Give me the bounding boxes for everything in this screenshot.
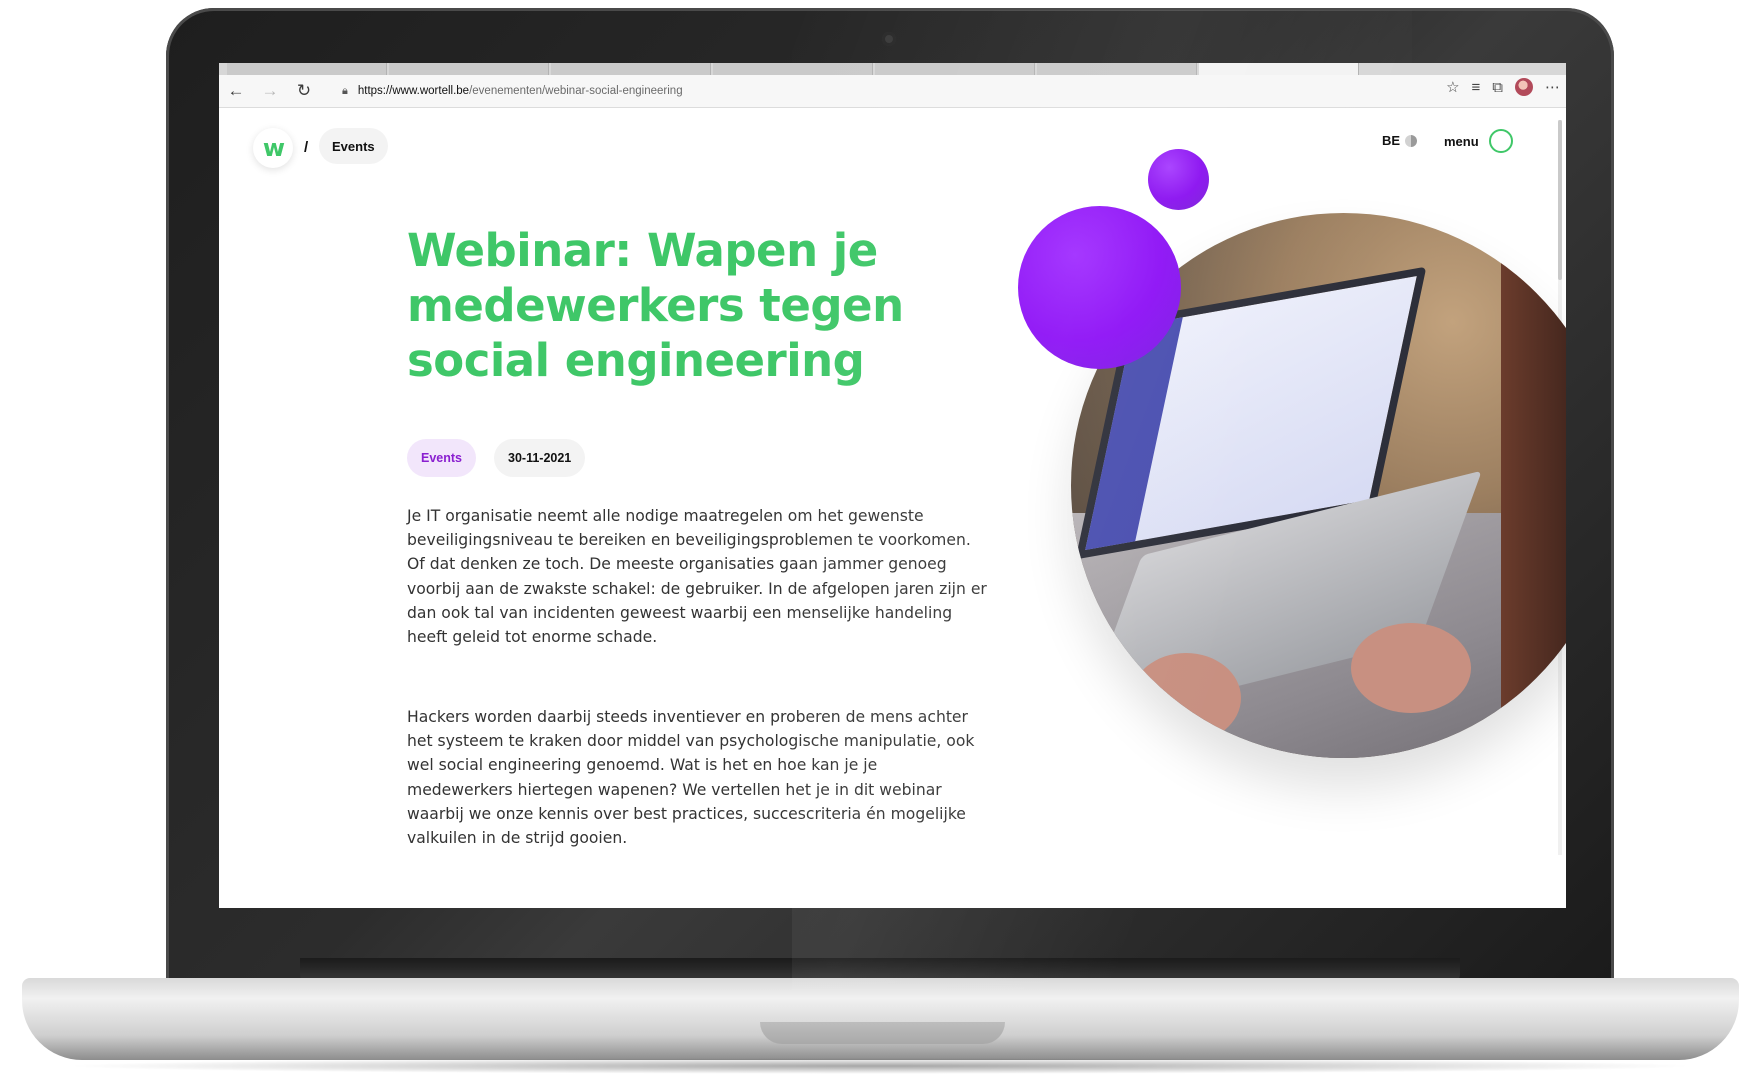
decorative-bubble-small — [1148, 149, 1209, 210]
site-logo[interactable]: w — [253, 128, 293, 168]
forward-button[interactable]: → — [253, 76, 287, 106]
browser-tab[interactable] — [1037, 63, 1197, 75]
more-icon[interactable]: ⋯ — [1545, 78, 1560, 96]
decorative-bubble-large — [1018, 206, 1181, 369]
web-page: w / Events BE menu Webinar: Wapen je med… — [219, 108, 1566, 908]
browser-tab[interactable] — [551, 63, 711, 75]
browser-tab[interactable] — [875, 63, 1035, 75]
hero-person — [1501, 213, 1566, 758]
lock-icon: 🔒︎ — [342, 84, 348, 97]
browser-tab[interactable] — [227, 63, 387, 75]
arrow-left-icon: ← — [227, 81, 245, 100]
intro-paragraph: Je IT organisatie neemt alle nodige maat… — [407, 507, 987, 647]
url-host: https://www.wortell.be — [357, 85, 470, 97]
url-path: /evenementen/webinar-social-engineering — [469, 85, 683, 97]
reload-button[interactable]: ↻ — [287, 76, 321, 106]
browser-tab-active[interactable] — [1199, 63, 1359, 75]
url-text[interactable]: https://www.wortell.be/evenementen/webin… — [358, 85, 683, 97]
hero-hand-left — [1131, 653, 1241, 743]
browser-tabstrip — [219, 63, 1566, 75]
laptop-screen: ← → ↻ 🔒︎ https://www.wortell.be/evenemen… — [219, 63, 1566, 908]
menu-label: menu — [1444, 133, 1479, 149]
globe-icon — [1405, 134, 1418, 147]
profile-avatar[interactable] — [1515, 78, 1533, 96]
date-badge: 30-11-2021 — [494, 439, 586, 477]
address-bar[interactable]: 🔒︎ https://www.wortell.be/evenementen/we… — [332, 79, 1332, 103]
hero-hand-right — [1351, 623, 1471, 713]
menu-circle-icon — [1488, 129, 1513, 153]
page-title: Webinar: Wapen je medewerkers tegen soci… — [407, 224, 904, 387]
laptop-base — [22, 978, 1739, 1060]
arrow-right-icon: → — [261, 81, 279, 100]
browser-actions: ☆ ≡ ⧉ ⋯ — [1446, 78, 1560, 96]
star-add-icon[interactable]: ☆ — [1446, 78, 1459, 96]
breadcrumb-events[interactable]: Events — [319, 128, 388, 164]
language-switcher[interactable]: BE — [1382, 133, 1418, 148]
browser-toolbar: ← → ↻ 🔒︎ https://www.wortell.be/evenemen… — [219, 75, 1566, 108]
collections-icon[interactable]: ⧉ — [1492, 79, 1503, 96]
favorites-icon[interactable]: ≡ — [1472, 79, 1481, 96]
language-label: BE — [1382, 133, 1401, 148]
laptop-opening-notch — [760, 1022, 1005, 1044]
browser-tab[interactable] — [713, 63, 873, 75]
reload-icon: ↻ — [296, 81, 312, 100]
category-tag[interactable]: Events — [407, 439, 476, 477]
back-button[interactable]: ← — [219, 76, 253, 106]
laptop-shadow — [60, 1058, 1700, 1074]
menu-button[interactable]: menu — [1444, 129, 1513, 153]
webcam — [882, 32, 896, 46]
breadcrumb-separator: / — [304, 139, 309, 156]
browser-tab[interactable] — [389, 63, 549, 75]
body-paragraph: Hackers worden daarbij steeds inventieve… — [407, 708, 975, 848]
